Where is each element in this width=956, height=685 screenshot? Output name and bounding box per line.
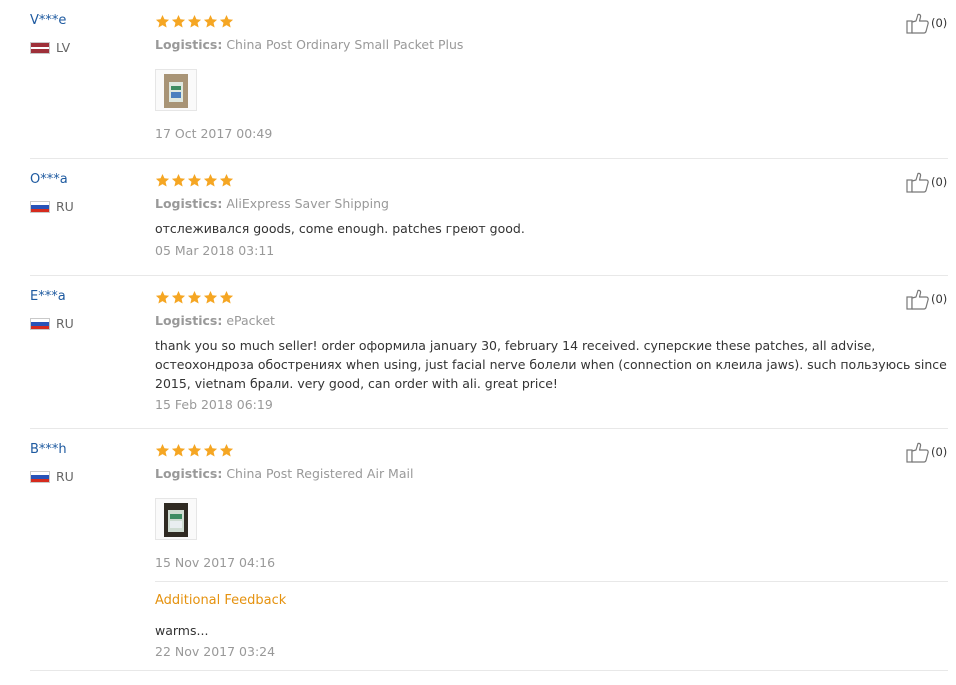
buyer-name[interactable]: B***h [30, 442, 67, 457]
logistics-method: AliExpress Saver Shipping [226, 196, 389, 211]
buyer-name[interactable]: V***e [30, 13, 66, 28]
star-icon [219, 14, 234, 29]
like-count: (0) [931, 292, 948, 306]
country-code: RU [56, 316, 74, 331]
review-photo-thumbnail[interactable] [155, 498, 197, 540]
review-divider [30, 670, 948, 671]
logistics-method: China Post Registered Air Mail [226, 466, 414, 481]
like-button[interactable]: (0) [906, 441, 947, 463]
logistics-label: Logistics: [155, 196, 223, 211]
review-text: thank you so much seller! order оформила… [155, 338, 947, 391]
country-code: RU [56, 469, 74, 484]
star-icon [187, 443, 202, 458]
logistics-label: Logistics: [155, 313, 223, 328]
logistics-info: Logistics: AliExpress Saver Shipping [155, 196, 389, 211]
country-code: RU [56, 199, 74, 214]
ru-flag-icon [30, 200, 50, 213]
thumbs-up-icon [906, 12, 930, 34]
thumbs-up-icon [906, 441, 930, 463]
product-photo [164, 503, 188, 537]
star-icon [203, 173, 218, 188]
star-icon [187, 14, 202, 29]
buyer-country: RU [30, 199, 74, 214]
star-icon [155, 290, 170, 305]
buyer-name[interactable]: E***a [30, 289, 66, 304]
like-button[interactable]: (0) [906, 12, 947, 34]
star-rating [155, 290, 234, 305]
review-photo-thumbnail[interactable] [155, 69, 197, 111]
review-date: 15 Nov 2017 04:16 [155, 555, 276, 570]
star-icon [203, 290, 218, 305]
star-icon [219, 443, 234, 458]
star-icon [219, 173, 234, 188]
star-icon [171, 443, 186, 458]
star-icon [155, 173, 170, 188]
star-icon [171, 173, 186, 188]
buyer-country: LV [30, 40, 70, 55]
like-button[interactable]: (0) [906, 288, 947, 310]
star-rating [155, 443, 234, 458]
additional-feedback-title: Additional Feedback [155, 593, 287, 608]
additional-feedback-date: 22 Nov 2017 03:24 [155, 644, 276, 659]
buyer-country: RU [30, 316, 74, 331]
review-date: 05 Mar 2018 03:11 [155, 243, 275, 258]
review-divider [30, 275, 948, 276]
ru-flag-icon [30, 317, 50, 330]
thumbs-up-icon [906, 171, 930, 193]
review-divider [30, 428, 948, 429]
star-icon [155, 443, 170, 458]
review-date: 15 Feb 2018 06:19 [155, 397, 273, 412]
like-count: (0) [931, 175, 948, 189]
logistics-label: Logistics: [155, 466, 223, 481]
buyer-name[interactable]: O***a [30, 172, 68, 187]
like-button[interactable]: (0) [906, 171, 947, 193]
buyer-country: RU [30, 469, 74, 484]
star-icon [171, 14, 186, 29]
star-icon [155, 14, 170, 29]
star-rating [155, 173, 234, 188]
star-icon [187, 173, 202, 188]
logistics-info: Logistics: ePacket [155, 313, 275, 328]
star-rating [155, 14, 234, 29]
star-icon [203, 14, 218, 29]
logistics-label: Logistics: [155, 37, 223, 52]
logistics-info: Logistics: China Post Registered Air Mai… [155, 466, 413, 481]
logistics-method: China Post Ordinary Small Packet Plus [226, 37, 464, 52]
review-text: отслеживался goods, come enough. patches… [155, 221, 525, 236]
additional-feedback-text: warms... [155, 623, 209, 638]
ru-flag-icon [30, 470, 50, 483]
star-icon [171, 290, 186, 305]
logistics-method: ePacket [226, 313, 275, 328]
product-photo [164, 74, 188, 108]
like-count: (0) [931, 16, 948, 30]
star-icon [187, 290, 202, 305]
star-icon [203, 443, 218, 458]
thumbs-up-icon [906, 288, 930, 310]
logistics-info: Logistics: China Post Ordinary Small Pac… [155, 37, 463, 52]
like-count: (0) [931, 445, 948, 459]
review-date: 17 Oct 2017 00:49 [155, 126, 273, 141]
lv-flag-icon [30, 41, 50, 54]
review-divider [30, 158, 948, 159]
star-icon [219, 290, 234, 305]
additional-feedback-divider [155, 581, 948, 582]
country-code: LV [56, 40, 71, 55]
